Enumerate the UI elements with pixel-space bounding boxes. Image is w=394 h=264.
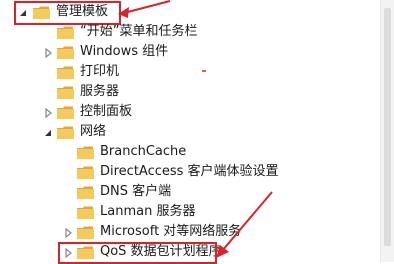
- highlight-box-admin-templates: [14, 1, 121, 25]
- tree-item-windows-components[interactable]: Windows 组件: [40, 43, 260, 63]
- scroll-thumb[interactable]: [384, 8, 391, 246]
- folder-icon: [57, 126, 74, 139]
- folder-icon: [77, 226, 94, 239]
- tree-item-label: Lanman 服务器: [100, 204, 196, 219]
- policy-tree: 管理模板 “开始”菜单和任务栏 Windows 组件 打印机 服务器 控制面板 …: [0, 0, 394, 264]
- highlight-box-qos: [58, 242, 217, 264]
- folder-icon: [77, 166, 94, 179]
- tree-item-printers[interactable]: 打印机: [40, 63, 260, 83]
- tree-item-label: 打印机: [80, 64, 120, 79]
- tree-item-label: Microsoft 对等网络服务: [100, 224, 242, 239]
- tree-item-network[interactable]: 网络: [40, 123, 260, 143]
- tree-item-directaccess[interactable]: DirectAccess 客户端体验设置: [60, 163, 320, 183]
- folder-icon: [77, 186, 94, 199]
- tree-item-label: DNS 客户端: [100, 184, 172, 199]
- tree-item-control-panel[interactable]: 控制面板: [40, 103, 260, 123]
- tree-item-label: “开始”菜单和任务栏: [80, 24, 198, 39]
- tree-item-start-menu[interactable]: “开始”菜单和任务栏: [40, 23, 260, 43]
- tree-item-label: 服务器: [80, 84, 120, 99]
- tree-item-server[interactable]: 服务器: [40, 83, 260, 103]
- folder-icon: [57, 46, 74, 59]
- tree-item-dns-client[interactable]: DNS 客户端: [60, 183, 280, 203]
- tree-item-label: BranchCache: [100, 144, 187, 159]
- folder-icon: [57, 26, 74, 39]
- expanded-triangle-icon[interactable]: [43, 127, 53, 139]
- tree-item-label: 网络: [80, 124, 107, 139]
- tree-item-branchcache[interactable]: BranchCache: [60, 143, 280, 163]
- folder-icon: [77, 206, 94, 219]
- folder-icon: [57, 106, 74, 119]
- folder-icon: [77, 146, 94, 159]
- collapsed-triangle-icon[interactable]: [44, 107, 54, 119]
- tree-item-label: 控制面板: [80, 104, 133, 119]
- collapsed-triangle-icon[interactable]: [44, 47, 54, 59]
- vertical-scrollbar[interactable]: [380, 0, 394, 262]
- tree-item-microsoft-p2p[interactable]: Microsoft 对等网络服务: [60, 223, 300, 243]
- tree-item-label: Windows 组件: [80, 44, 169, 59]
- tree-item-lanman-server[interactable]: Lanman 服务器: [60, 203, 280, 223]
- tree-item-label: DirectAccess 客户端体验设置: [100, 164, 279, 179]
- folder-icon: [57, 66, 74, 79]
- folder-icon: [57, 86, 74, 99]
- collapsed-triangle-icon[interactable]: [64, 227, 74, 239]
